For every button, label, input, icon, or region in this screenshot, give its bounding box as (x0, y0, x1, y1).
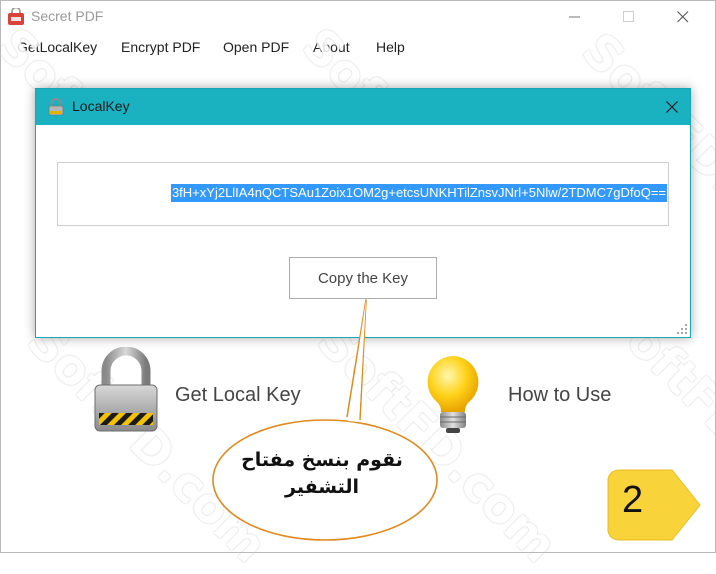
title-bar: Secret PDF (0, 0, 716, 34)
dialog-title: LocalKey (72, 98, 130, 114)
minimize-icon (569, 16, 580, 18)
menu-encrypt-pdf[interactable]: Encrypt PDF (121, 39, 200, 55)
key-value[interactable]: 3fH+xYj2LlIA4nQCTSAu1Zoix1OM2g+etcsUNKHT… (170, 184, 667, 202)
get-local-key-label[interactable]: Get Local Key (175, 384, 301, 407)
close-button[interactable] (660, 0, 706, 34)
step-badge (607, 469, 701, 541)
dialog-title-bar: LocalKey (36, 89, 690, 125)
menu-getlocalkey[interactable]: GetLocalKey (17, 39, 97, 55)
maximize-button[interactable] (606, 0, 652, 34)
maximize-icon (623, 11, 634, 22)
dialog-close-button[interactable] (654, 89, 690, 125)
callout-text: نقوم بنسخ مفتاح التشفير (222, 447, 422, 501)
menu-bar: GetLocalKey Encrypt PDF Open PDF About H… (0, 34, 716, 62)
step-number: 2 (622, 479, 644, 521)
padlock-icon[interactable] (93, 347, 159, 433)
pdf-lock-icon (8, 8, 24, 25)
callout-line: التشفير (285, 476, 359, 498)
menu-open-pdf[interactable]: Open PDF (223, 39, 289, 55)
resize-grip-icon[interactable] (676, 323, 688, 335)
padlock-icon (48, 98, 64, 116)
how-to-use-label[interactable]: How to Use (508, 384, 611, 407)
key-textbox[interactable]: 3fH+xYj2LlIA4nQCTSAu1Zoix1OM2g+etcsUNKHT… (57, 162, 669, 226)
app-window: Secret PDF GetLocalKey Encrypt PDF Open … (0, 0, 716, 574)
close-icon (666, 101, 678, 113)
copy-key-button[interactable]: Copy the Key (289, 257, 437, 299)
dialog-body: 3fH+xYj2LlIA4nQCTSAu1Zoix1OM2g+etcsUNKHT… (36, 125, 690, 337)
callout-line: نقوم بنسخ مفتاح (241, 449, 403, 471)
menu-about[interactable]: About (313, 39, 350, 55)
minimize-button[interactable] (552, 0, 598, 34)
lightbulb-icon[interactable] (421, 354, 485, 434)
localkey-dialog: LocalKey 3fH+xYj2LlIA4nQCTSAu1Zoix1OM2g+… (35, 88, 691, 338)
close-icon (677, 11, 689, 23)
menu-help[interactable]: Help (376, 39, 405, 55)
window-title: Secret PDF (31, 8, 104, 24)
